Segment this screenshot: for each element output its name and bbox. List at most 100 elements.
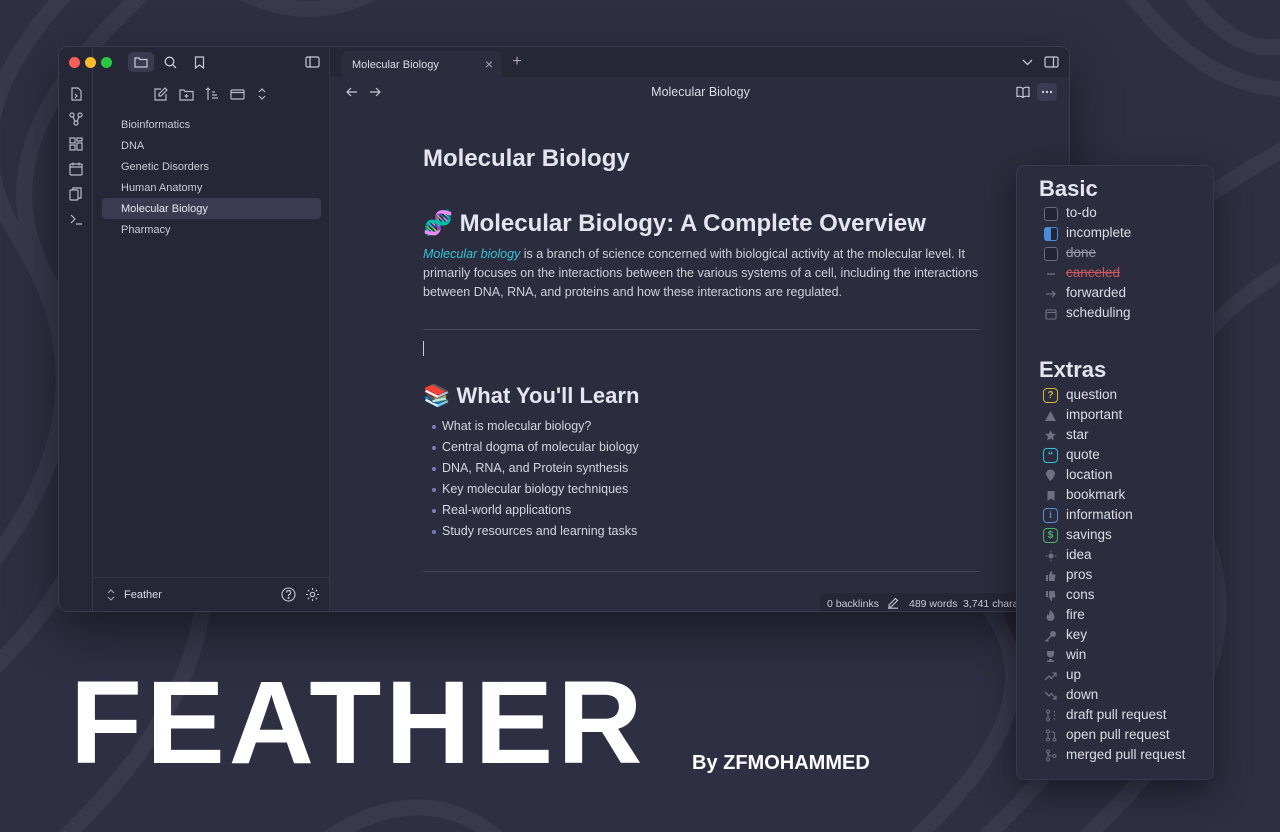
molecular-biology-link[interactable]: Molecular biology — [423, 247, 520, 261]
info-icon[interactable]: i — [1043, 508, 1058, 523]
star-icon[interactable] — [1043, 428, 1058, 443]
checkbox-style-label: incomplete — [1066, 225, 1132, 240]
checkbox-style-label: forwarded — [1066, 285, 1127, 300]
brand-title: FEATHER — [70, 657, 647, 789]
trend-up-icon[interactable] — [1043, 668, 1058, 683]
half-box-icon[interactable] — [1043, 226, 1058, 241]
new-note-icon[interactable] — [152, 85, 170, 103]
draft-pr-icon[interactable] — [1043, 708, 1058, 723]
open-pr-icon[interactable] — [1043, 728, 1058, 743]
close-tab-icon[interactable]: × — [482, 56, 496, 72]
tab-list-chevron-icon[interactable] — [1018, 53, 1036, 71]
basic-heading: Basic — [1039, 176, 1098, 201]
dash-icon[interactable] — [1043, 266, 1058, 281]
quote-icon[interactable]: “ — [1043, 448, 1058, 463]
tab-molecular-biology[interactable]: Molecular Biology × — [342, 51, 502, 77]
extras-heading: Extras — [1039, 357, 1107, 382]
graph-view-icon[interactable] — [67, 110, 85, 128]
close-window-button[interactable] — [69, 57, 80, 68]
ribbon — [59, 47, 93, 611]
checkbox-style-label: open pull request — [1066, 727, 1170, 742]
empty-box-icon[interactable] — [1043, 246, 1058, 261]
calendar-icon[interactable] — [1043, 306, 1058, 321]
bookmarks-icon[interactable] — [186, 52, 212, 72]
search-icon[interactable] — [157, 52, 183, 72]
file-item[interactable]: Bioinformatics — [102, 114, 321, 135]
view-header: Molecular Biology — [330, 77, 1069, 107]
templates-icon[interactable] — [67, 185, 85, 203]
horizontal-rule-bottom — [423, 571, 979, 572]
vault-name[interactable]: Feather — [124, 589, 162, 601]
file-item[interactable]: Pharmacy — [102, 219, 321, 240]
text-cursor — [423, 341, 424, 356]
checkbox-style-label: quote — [1066, 447, 1100, 462]
checkbox-styles-panel: Basic to-do incomplete done canceled forward… — [1016, 165, 1214, 780]
thumbs-up-icon[interactable] — [1043, 568, 1058, 583]
tab-bar: Molecular Biology × + — [330, 47, 1069, 77]
canvas-icon[interactable] — [67, 135, 85, 153]
checkbox-style-label: merged pull request — [1066, 747, 1186, 762]
files-tab-button[interactable] — [128, 52, 154, 72]
checkbox-style-label: bookmark — [1066, 487, 1126, 502]
heading-overview: 🧬 Molecular Biology: A Complete Overview — [423, 209, 926, 238]
heading-what-youll-learn: 📚 What You'll Learn — [423, 383, 639, 409]
checkbox-style-label: canceled — [1066, 265, 1121, 280]
dna-emoji-icon: 🧬 — [423, 210, 453, 237]
checkbox-style-label: draft pull request — [1066, 707, 1167, 722]
bookmark-icon[interactable] — [1043, 488, 1058, 503]
file-item[interactable]: Genetic Disorders — [102, 156, 321, 177]
learn-bullet-list: What is molecular biology? Central dogma … — [432, 419, 639, 545]
toggle-right-sidebar-icon[interactable] — [1042, 53, 1060, 71]
help-icon[interactable] — [281, 587, 296, 607]
key-icon[interactable] — [1043, 628, 1058, 643]
terminal-icon[interactable] — [67, 210, 85, 228]
checkbox-style-label: information — [1066, 507, 1133, 522]
merged-pr-icon[interactable] — [1043, 748, 1058, 763]
editor-pane: Molecular Biology × + Molecular Biology — [330, 47, 1069, 611]
backlinks-count[interactable]: 0 backlinks — [827, 598, 879, 610]
arrow-right-icon[interactable] — [1043, 286, 1058, 301]
expand-collapse-icon[interactable] — [253, 85, 271, 103]
file-item[interactable]: DNA — [102, 135, 321, 156]
note-title[interactable]: Molecular Biology — [423, 145, 630, 173]
view-title: Molecular Biology — [651, 85, 750, 99]
checkbox-style-label: savings — [1066, 527, 1112, 542]
edit-mode-icon[interactable] — [887, 597, 899, 611]
pin-icon[interactable] — [1043, 468, 1058, 483]
trend-down-icon[interactable] — [1043, 688, 1058, 703]
question-icon[interactable]: ? — [1043, 388, 1058, 403]
file-list: Bioinformatics DNA Genetic Disorders Human … — [102, 114, 321, 240]
file-item[interactable]: Human Anatomy — [102, 177, 321, 198]
checkbox-style-label: pros — [1066, 567, 1093, 582]
calendar-icon[interactable] — [67, 160, 85, 178]
heading-overview-text: Molecular Biology: A Complete Overview — [459, 210, 926, 237]
file-explorer-actions — [93, 85, 330, 105]
list-item: Central dogma of molecular biology — [432, 440, 639, 461]
more-options-icon[interactable] — [1037, 83, 1057, 101]
sort-order-icon[interactable] — [203, 85, 221, 103]
bulb-icon[interactable] — [1043, 548, 1058, 563]
trophy-icon[interactable] — [1043, 648, 1058, 663]
checkbox-style-label: important — [1066, 407, 1123, 422]
list-item: Study resources and learning tasks — [432, 524, 639, 545]
brand-byline: By ZFMOHAMMED — [692, 752, 870, 774]
file-item[interactable]: Molecular Biology — [102, 198, 321, 219]
new-folder-icon[interactable] — [177, 85, 195, 103]
settings-gear-icon[interactable] — [305, 587, 320, 607]
reading-view-icon[interactable] — [1013, 83, 1033, 101]
file-explorer-sidebar: Bioinformatics DNA Genetic Disorders Human … — [69, 47, 330, 611]
checkbox-style-label: done — [1066, 245, 1097, 260]
empty-box-icon[interactable] — [1043, 206, 1058, 221]
flame-icon[interactable] — [1043, 608, 1058, 623]
new-tab-icon[interactable]: + — [508, 53, 526, 71]
toggle-sidebar-icon[interactable] — [299, 52, 325, 72]
minimize-window-button[interactable] — [85, 57, 96, 68]
dollar-icon[interactable]: $ — [1043, 528, 1058, 543]
vault-switcher-icon[interactable] — [107, 588, 115, 606]
open-quick-switcher-icon[interactable] — [67, 85, 85, 103]
thumbs-down-icon[interactable] — [1043, 588, 1058, 603]
auto-reveal-icon[interactable] — [228, 85, 246, 103]
maximize-window-button[interactable] — [101, 57, 112, 68]
warning-icon[interactable] — [1043, 408, 1058, 423]
sidebar-footer: Feather — [93, 577, 330, 611]
